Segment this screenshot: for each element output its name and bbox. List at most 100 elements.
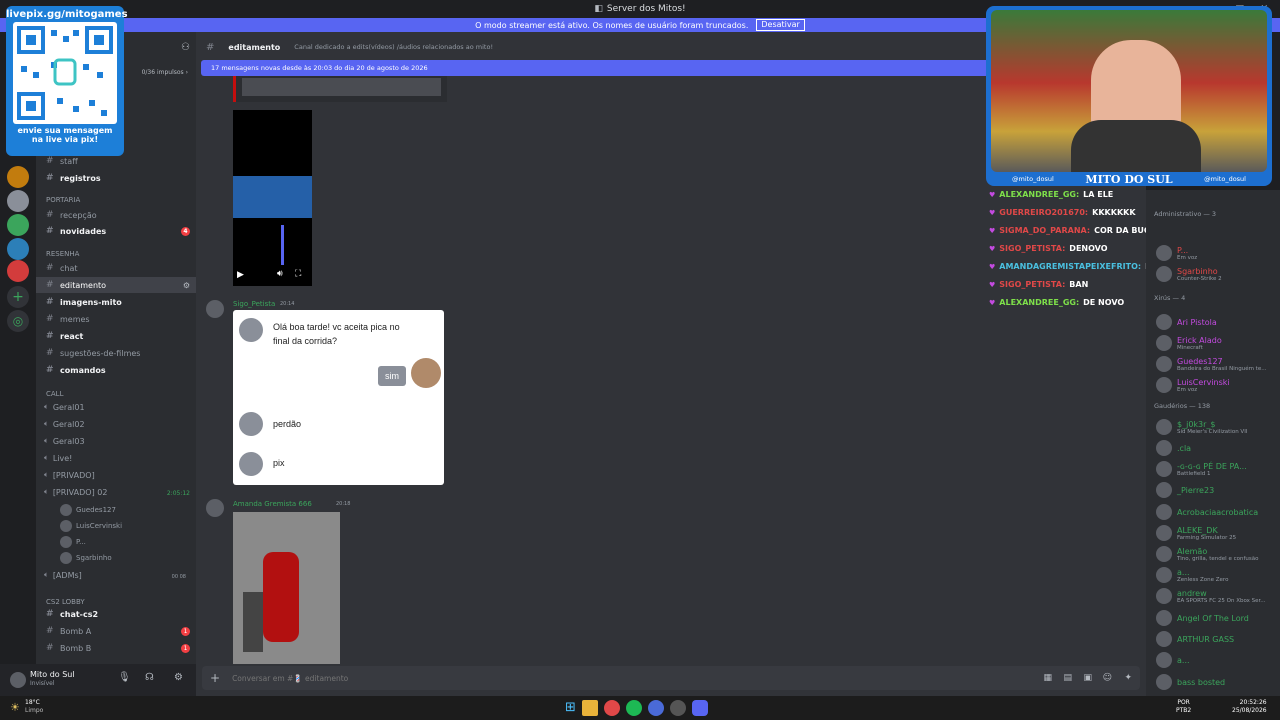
member-item[interactable]: Erick Alado Minecraft xyxy=(1156,335,1222,351)
avatar[interactable] xyxy=(10,672,26,688)
member-item[interactable]: ARTHUR GASS xyxy=(1156,631,1234,647)
screenshot-attachment[interactable]: Olá boa tarde! vc aceita pica no final d… xyxy=(233,310,444,485)
member-item[interactable]: Alemão Tino, grilla, tendel e confusão xyxy=(1156,546,1258,562)
clock[interactable]: 20:52:26 25/08/2026 xyxy=(1232,699,1267,715)
stream-chat-overlay: ♥ ALEXANDREE_GG: LA ELE ♥ GUERREIRO20167… xyxy=(989,190,1146,314)
channel-item[interactable]: # comandos xyxy=(36,362,196,378)
fullscreen-icon[interactable]: ⛶ xyxy=(295,269,301,279)
boost-progress[interactable]: 0/36 impulsos › xyxy=(142,69,188,76)
weather-temp[interactable]: 18°C xyxy=(25,699,40,706)
channel-name: sugestões-de-filmes xyxy=(60,348,141,358)
channel-item[interactable]: # recepção xyxy=(36,207,196,223)
server-icon[interactable] xyxy=(7,238,29,260)
server-icon[interactable] xyxy=(7,260,29,282)
voice-user[interactable]: Sgarbinho xyxy=(60,552,112,564)
channel-item[interactable]: # editamento ⚙ xyxy=(36,277,196,293)
voice-channel[interactable]: 🔈︎ Geral01 xyxy=(44,402,85,412)
channel-item[interactable]: # chat xyxy=(36,260,196,276)
message-author[interactable]: Sigo_Petista xyxy=(233,300,275,308)
member-item[interactable]: Ari Pistola xyxy=(1156,314,1217,330)
member-item[interactable]: Sgarbinho Counter-Strike 2 xyxy=(1156,266,1222,282)
category-header[interactable]: PORTARIA xyxy=(46,196,80,204)
member-item[interactable]: -ɢ-ɢ-ɢ PÉ DE PA... Battlefield 1 xyxy=(1156,461,1247,477)
gift-icon[interactable]: ▦ xyxy=(1043,673,1052,683)
channel-item[interactable]: # memes xyxy=(36,311,196,327)
voice-channel[interactable]: 🔈︎ [PRIVADO] 02 xyxy=(44,487,107,497)
channel-item[interactable]: # registros xyxy=(36,170,196,186)
settings-gear-icon[interactable]: ⚙ xyxy=(174,672,183,683)
play-icon[interactable]: ▶ xyxy=(237,270,244,280)
headphones-icon[interactable]: ☊ xyxy=(145,672,154,683)
voice-user[interactable]: LuisCervinski xyxy=(60,520,122,532)
chat-text: DE NOVO xyxy=(1083,298,1125,307)
gif-icon[interactable]: ▤ xyxy=(1063,673,1072,683)
member-item[interactable]: bass bosted xyxy=(1156,674,1225,690)
apps-icon[interactable]: ✦ xyxy=(1124,673,1132,683)
member-item[interactable]: .cla xyxy=(1156,440,1191,456)
channel-item[interactable]: # sugestões-de-filmes xyxy=(36,345,196,361)
category-header[interactable]: CALL xyxy=(46,390,63,398)
attach-plus-icon[interactable]: + xyxy=(210,671,220,685)
channel-item[interactable]: # chat-cs2 xyxy=(36,606,196,622)
compass-icon[interactable]: ◎ xyxy=(7,310,29,332)
add-server-icon[interactable]: + xyxy=(7,286,29,308)
start-icon[interactable]: ⊞ xyxy=(565,700,576,716)
voice-channel[interactable]: 🔈︎ Geral03 xyxy=(44,436,85,446)
member-item[interactable]: andrew EA SPORTS FC 25 On Xbox Ser... xyxy=(1156,588,1266,604)
member-item[interactable]: a... Zenless Zone Zero xyxy=(1156,567,1228,583)
voice-channel[interactable]: 🔈︎ Geral02 xyxy=(44,419,85,429)
member-item[interactable]: LuisCervinski Em voz xyxy=(1156,377,1230,393)
member-item[interactable]: Angel Of The Lord xyxy=(1156,610,1249,626)
chrome-icon[interactable] xyxy=(603,700,620,716)
category-header[interactable]: RESENHA xyxy=(46,250,79,258)
member-item[interactable]: a... xyxy=(1156,652,1190,668)
app-icon[interactable] xyxy=(647,700,664,716)
settings-gear-icon[interactable]: ⚙ xyxy=(183,281,190,290)
previous-embed[interactable] xyxy=(233,76,447,102)
message-author[interactable]: Amanda Gremista 666 xyxy=(233,500,312,508)
file-explorer-icon[interactable] xyxy=(581,700,598,716)
member-item[interactable]: $_j0k3r_$ Sid Meier's Civilization VII xyxy=(1156,419,1247,435)
server-icon[interactable] xyxy=(7,190,29,212)
server-icon[interactable] xyxy=(7,166,29,188)
voice-user[interactable]: P... xyxy=(60,536,86,548)
language-indicator[interactable]: POR PTB2 xyxy=(1176,699,1191,715)
server-icon[interactable] xyxy=(7,214,29,236)
member-item[interactable]: P... Em voz xyxy=(1156,245,1197,261)
avatar xyxy=(1156,245,1172,261)
microphone-icon[interactable]: 🎙︎ xyxy=(118,672,131,683)
member-item[interactable]: Acrobaciaacrobatica xyxy=(1156,504,1258,520)
channel-item[interactable]: # imagens-mito xyxy=(36,294,196,310)
spotify-icon[interactable] xyxy=(625,700,642,716)
member-item[interactable]: _Pierre23 xyxy=(1156,482,1214,498)
voice-channel[interactable]: 🔈︎ [PRIVADO] xyxy=(44,470,95,480)
member-item[interactable]: ALEKE_DK Farming Simulator 25 xyxy=(1156,525,1236,541)
mention-badge: 4 xyxy=(181,226,190,236)
voice-user[interactable]: Guedes127 xyxy=(60,504,116,516)
voice-channel[interactable]: 🔈︎ [ADMs] xyxy=(44,570,82,580)
channel-item[interactable]: # Bomb A 1 xyxy=(36,623,196,639)
channel-item[interactable]: # react xyxy=(36,328,196,344)
avatar[interactable] xyxy=(206,300,224,318)
webcam-title: MITO DO SUL xyxy=(1085,172,1173,186)
disable-streamer-mode-button[interactable]: Desativar xyxy=(756,19,805,31)
obs-icon[interactable] xyxy=(669,700,686,716)
emoji-icon[interactable]: ☺ xyxy=(1103,673,1112,683)
channel-item[interactable]: # Bomb B 1 xyxy=(36,640,196,656)
livepix-caption: envie sua mensagem na live via pix! xyxy=(17,126,113,144)
member-item[interactable]: Guedes127 Bandeira do Brasil Ninguém te.… xyxy=(1156,356,1266,372)
avatar[interactable] xyxy=(206,499,224,517)
sticker-icon[interactable]: ▣ xyxy=(1083,673,1092,683)
mention-badge: 1 xyxy=(181,643,190,653)
volume-icon[interactable]: 🔊︎ xyxy=(277,269,283,279)
category-header[interactable]: CS2 LOBBY xyxy=(46,598,85,606)
voice-channel[interactable]: 🔈︎ Live! xyxy=(44,453,72,463)
video-attachment[interactable]: ▶ 🔊︎ ⛶ xyxy=(233,110,312,286)
channel-item[interactable]: # novidades 4 xyxy=(36,223,196,239)
channel-name: chat xyxy=(60,263,78,273)
image-attachment[interactable] xyxy=(233,512,340,664)
add-member-icon[interactable]: ⚇ xyxy=(181,42,190,53)
discord-taskbar-icon[interactable] xyxy=(691,700,708,716)
voice-channel-name: Live! xyxy=(52,453,73,463)
message-input[interactable] xyxy=(232,673,833,683)
